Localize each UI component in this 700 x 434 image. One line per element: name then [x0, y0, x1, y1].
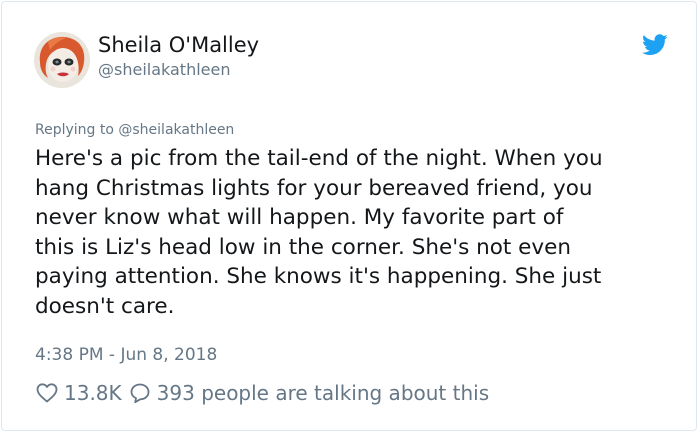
avatar[interactable] — [34, 32, 90, 88]
engagement-bar: 13.8K 393 people are talking about this — [35, 379, 489, 407]
tweet-line: this is Liz's head low in the corner. Sh… — [35, 234, 571, 260]
tweet-line: doesn't care. — [35, 293, 175, 319]
tweet-line: Here's a pic from the tail-end of the ni… — [35, 146, 603, 171]
display-name[interactable]: Sheila O'Malley — [98, 33, 259, 57]
like-count[interactable]: 13.8K — [64, 381, 122, 405]
tweet-timestamp[interactable]: 4:38 PM - Jun 8, 2018 — [35, 345, 217, 365]
tweet-text: Here's a pic from the tail-end of the ni… — [35, 144, 675, 322]
reply-context[interactable]: Replying to @sheilakathleen — [35, 122, 234, 138]
user-handle[interactable]: @sheilakathleen — [98, 60, 231, 79]
heart-icon[interactable] — [35, 381, 59, 405]
tweet-line: hang Christmas lights for your bereaved … — [35, 175, 593, 201]
tweet-line: never know what will happen. My favorite… — [35, 205, 564, 231]
tweet-line: paying attention. She knows it's happeni… — [35, 264, 602, 290]
profile-photo-icon — [34, 32, 90, 88]
conversation-link[interactable]: 393 people are talking about this — [157, 381, 489, 405]
tweet-card: Sheila O'Malley @sheilakathleen Replying… — [1, 1, 697, 431]
twitter-bird-icon[interactable] — [642, 34, 668, 56]
speech-bubble-icon[interactable] — [128, 381, 152, 405]
